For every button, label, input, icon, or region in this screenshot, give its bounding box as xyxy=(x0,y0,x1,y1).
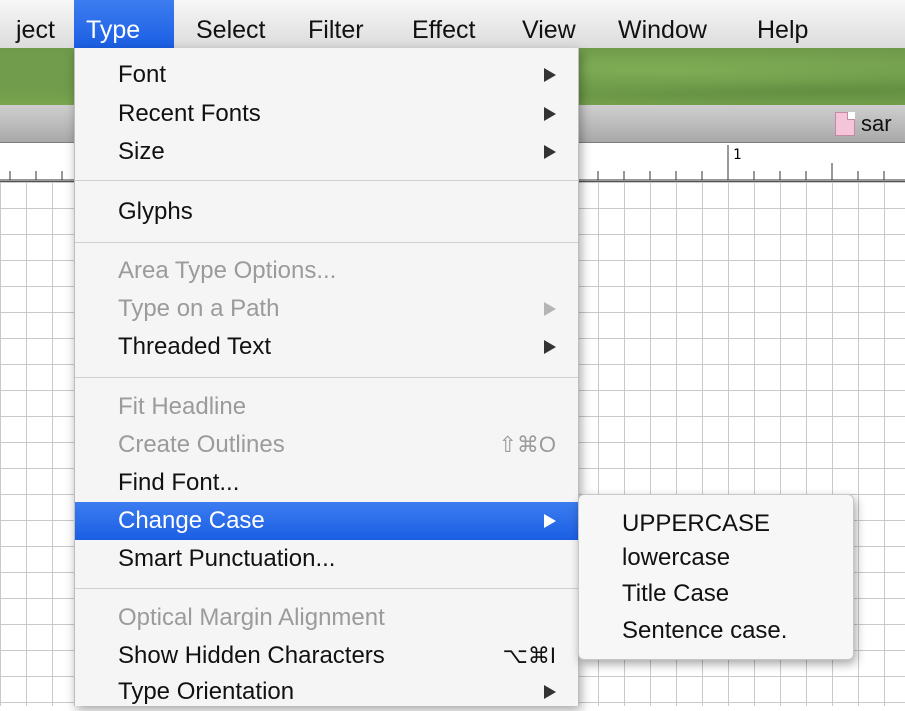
menu-separator xyxy=(75,377,578,378)
menu-item-label: Recent Fonts xyxy=(118,100,261,127)
menu-separator xyxy=(75,588,578,589)
menu-item-create-outlines: Create Outlines ⇧⌘O xyxy=(75,426,578,464)
menu-item-label: Show Hidden Characters xyxy=(118,642,385,669)
submenu-arrow-icon xyxy=(544,340,556,354)
menu-item-fit-headline: Fit Headline xyxy=(75,388,578,426)
menu-item-label: Find Font... xyxy=(118,469,240,496)
document-tab-label: sar xyxy=(861,111,892,136)
menu-item-change-case[interactable]: Change Case xyxy=(75,502,578,540)
submenu-arrow-icon xyxy=(544,68,556,82)
submenu-arrow-icon xyxy=(544,145,556,159)
submenu-item-uppercase[interactable]: UPPERCASE xyxy=(622,505,770,543)
submenu-item-title-case[interactable]: Title Case xyxy=(622,575,729,613)
menu-bar: ject Type Select Filter Effect View Wind… xyxy=(0,0,905,49)
menu-item-label: Optical Margin Alignment xyxy=(118,604,385,631)
menu-item-find-font[interactable]: Find Font... xyxy=(75,464,578,502)
menu-item-type-orientation[interactable]: Type Orientation xyxy=(75,673,578,711)
submenu-item-lowercase[interactable]: lowercase xyxy=(622,539,730,577)
menu-item-shortcut: ⇧⌘O xyxy=(498,432,556,457)
menu-item-label: Glyphs xyxy=(118,198,193,225)
ruler-label: 1 xyxy=(733,147,742,163)
submenu-arrow-icon xyxy=(544,685,556,699)
menu-item-label: Area Type Options... xyxy=(118,257,337,284)
menu-help[interactable]: Help xyxy=(745,0,820,48)
menu-view[interactable]: View xyxy=(510,0,588,48)
menu-window[interactable]: Window xyxy=(606,0,719,48)
menu-item-label: Type Orientation xyxy=(118,678,295,705)
document-tab[interactable]: sar xyxy=(835,109,905,139)
menu-item-glyphs[interactable]: Glyphs xyxy=(75,193,578,231)
menu-item-label: Fit Headline xyxy=(118,393,247,420)
menu-item-label: Size xyxy=(118,138,165,165)
menu-item-label: Create Outlines xyxy=(118,431,285,458)
menu-filter[interactable]: Filter xyxy=(296,0,376,48)
menu-item-type-on-a-path: Type on a Path xyxy=(75,290,578,328)
submenu-arrow-icon xyxy=(544,302,556,316)
menu-item-smart-punctuation[interactable]: Smart Punctuation... xyxy=(75,540,578,578)
type-menu-dropdown: Font Recent Fonts Size Glyphs Area Type … xyxy=(74,48,579,706)
menu-item-size[interactable]: Size xyxy=(75,133,578,171)
menu-item-label: Type on a Path xyxy=(118,295,280,322)
menu-select[interactable]: Select xyxy=(184,0,277,48)
change-case-submenu: UPPERCASE lowercase Title Case Sentence … xyxy=(578,494,854,660)
submenu-item-sentence-case[interactable]: Sentence case. xyxy=(622,612,787,650)
menu-item-shortcut: ⌥⌘I xyxy=(502,643,556,668)
menu-item-label: Font xyxy=(118,61,167,88)
menu-item-font[interactable]: Font xyxy=(75,56,578,94)
menu-item-area-type-options: Area Type Options... xyxy=(75,252,578,290)
menu-item-label: Smart Punctuation... xyxy=(118,545,336,572)
menu-object[interactable]: ject xyxy=(10,0,61,48)
submenu-arrow-icon xyxy=(544,514,556,528)
menu-item-label: Change Case xyxy=(118,507,265,534)
menu-item-optical-margin-alignment: Optical Margin Alignment xyxy=(75,599,578,637)
menu-item-label: Threaded Text xyxy=(118,333,271,360)
menu-separator xyxy=(75,242,578,243)
menu-type[interactable]: Type xyxy=(74,0,174,48)
menu-item-recent-fonts[interactable]: Recent Fonts xyxy=(75,95,578,133)
document-file-icon xyxy=(835,112,855,136)
menu-item-show-hidden-characters[interactable]: Show Hidden Characters ⌥⌘I xyxy=(75,637,578,675)
menu-item-threaded-text[interactable]: Threaded Text xyxy=(75,328,578,366)
menu-separator xyxy=(75,180,578,181)
submenu-arrow-icon xyxy=(544,107,556,121)
menu-effect[interactable]: Effect xyxy=(400,0,487,48)
